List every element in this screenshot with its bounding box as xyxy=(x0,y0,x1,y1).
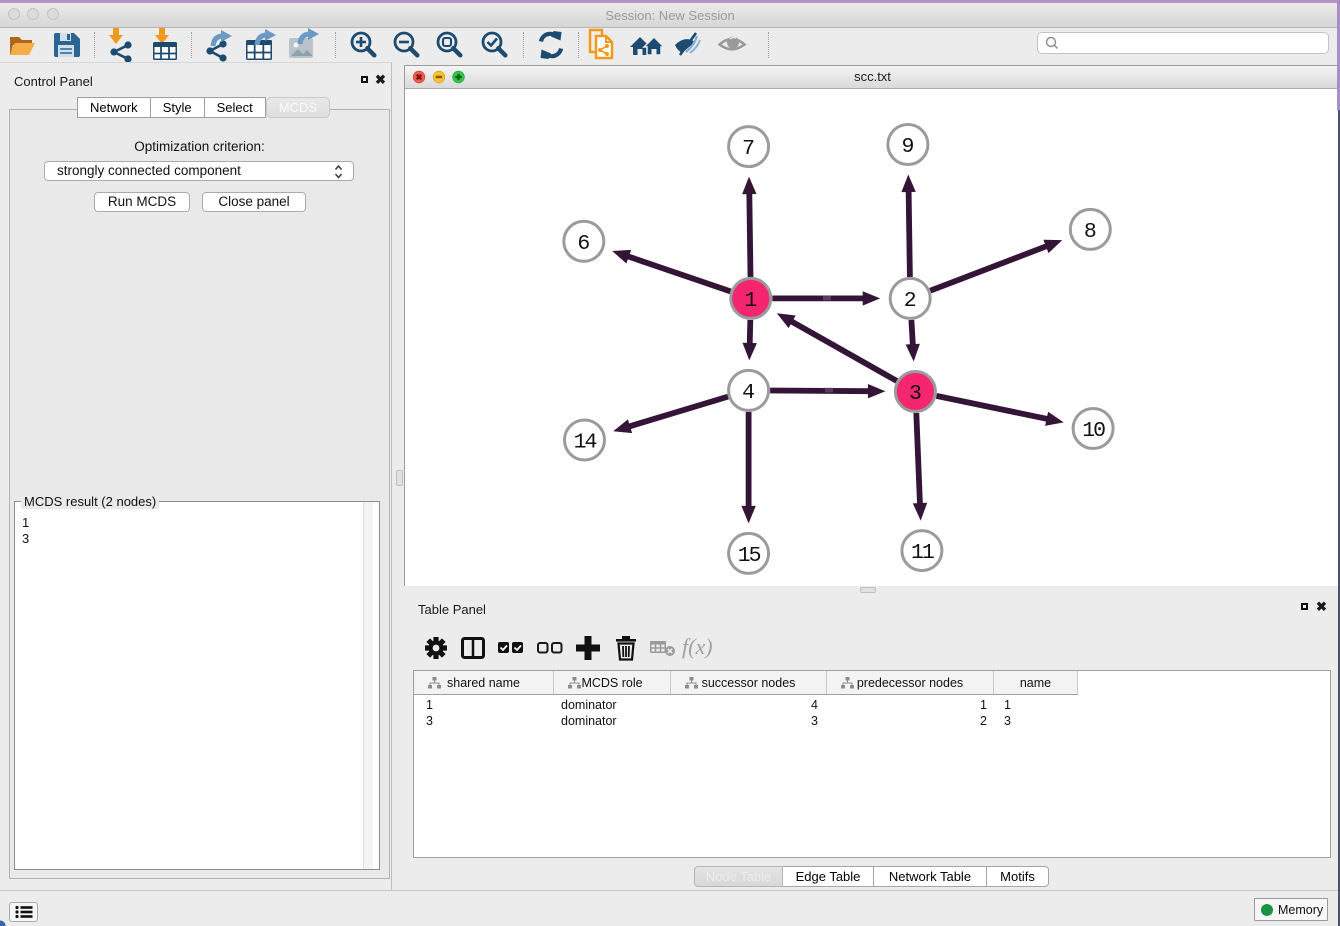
svg-text:15: 15 xyxy=(738,544,761,568)
svg-text:9: 9 xyxy=(901,135,914,159)
svg-text:7: 7 xyxy=(742,137,755,161)
svg-text:11: 11 xyxy=(911,541,934,565)
svg-text:8: 8 xyxy=(1084,220,1097,244)
svg-text:1: 1 xyxy=(744,289,757,313)
svg-text:10: 10 xyxy=(1082,419,1105,443)
svg-text:f(x): f(x) xyxy=(682,635,713,659)
svg-text:4: 4 xyxy=(742,381,755,405)
svg-text:3: 3 xyxy=(909,382,922,406)
svg-text:2: 2 xyxy=(904,289,917,313)
svg-text:14: 14 xyxy=(574,431,597,455)
svg-text:6: 6 xyxy=(577,232,590,256)
